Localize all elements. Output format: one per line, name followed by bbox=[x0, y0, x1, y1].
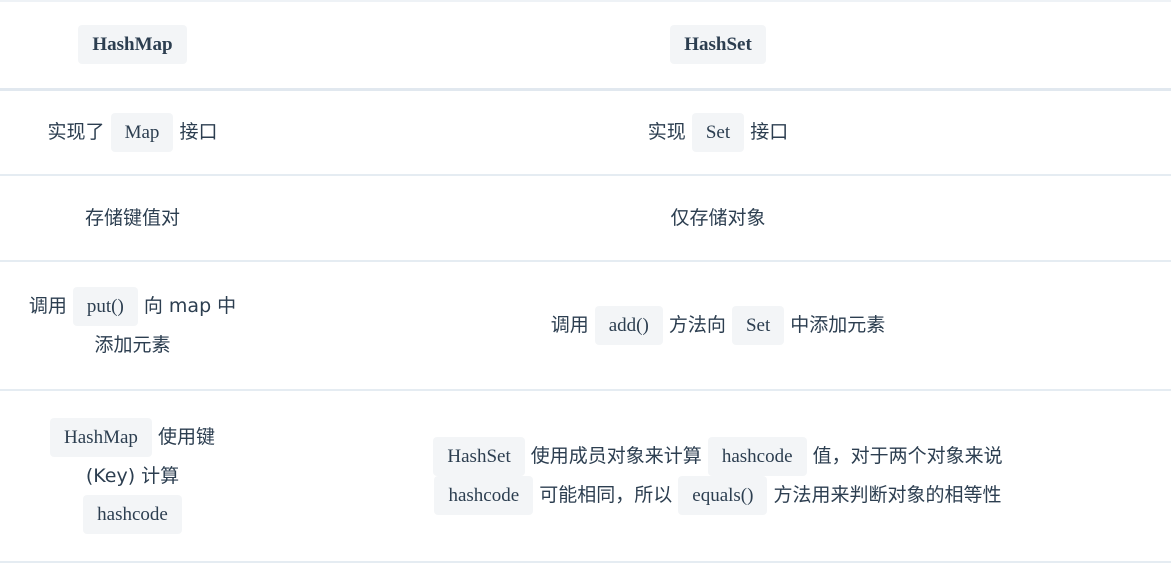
cell-interface-hashmap: 实现了 Map 接口 bbox=[0, 89, 265, 175]
inline-code: Set bbox=[691, 112, 745, 152]
cell-text: 接口 bbox=[179, 120, 218, 143]
cell-text: 调用 bbox=[28, 295, 67, 317]
cell-text: 仅存储对象 bbox=[670, 207, 766, 229]
cell-interface-hashset: 实现 Set 接口 bbox=[265, 89, 1171, 175]
cell-text: 方法用来判断对象的相等性 bbox=[773, 484, 1002, 506]
code-hashset-header: HashSet bbox=[670, 25, 766, 65]
cell-storage-hashmap: 存储键值对 bbox=[0, 175, 265, 261]
cell-text: 中添加元素 bbox=[790, 314, 886, 336]
inline-code: HashMap bbox=[50, 418, 152, 457]
cell-text: 添加元素 bbox=[94, 334, 171, 356]
comparison-table: HashMap HashSet 实现了 Map 接口 实现 Set 接口 存储键… bbox=[0, 0, 1171, 563]
inline-code: put() bbox=[72, 287, 138, 326]
inline-code: hashcode bbox=[707, 437, 807, 476]
cell-text: 方法向 bbox=[668, 314, 726, 336]
table-row: HashMap 使用键 (Key) 计算 hashcode HashSet 使用… bbox=[0, 390, 1171, 562]
inline-code: equals() bbox=[678, 476, 768, 515]
table-row: 存储键值对 仅存储对象 bbox=[0, 175, 1171, 261]
table-row: 调用 put() 向 map 中 添加元素 调用 add() 方法向 Set 中… bbox=[0, 261, 1171, 390]
inline-code: HashSet bbox=[433, 437, 525, 476]
header-hashset: HashSet bbox=[265, 1, 1171, 89]
cell-text: 实现 bbox=[647, 120, 686, 143]
cell-text: 值，对于两个对象来说 bbox=[812, 445, 1003, 467]
cell-text: 实现了 bbox=[47, 120, 105, 143]
code-hashmap-header: HashMap bbox=[78, 25, 187, 65]
cell-text: 可能相同，所以 bbox=[539, 484, 673, 506]
cell-text: 向 map 中 bbox=[143, 295, 237, 317]
table-row: 实现了 Map 接口 实现 Set 接口 bbox=[0, 89, 1171, 175]
header-hashmap: HashMap bbox=[0, 1, 265, 89]
inline-code: Set bbox=[731, 306, 785, 345]
cell-text: 调用 bbox=[550, 314, 589, 336]
cell-add-hashmap: 调用 put() 向 map 中 添加元素 bbox=[0, 261, 265, 390]
cell-text: 存储键值对 bbox=[84, 207, 180, 229]
inline-code: add() bbox=[594, 306, 663, 345]
inline-code: hashcode bbox=[83, 495, 182, 534]
cell-hash-hashset: HashSet 使用成员对象来计算 hashcode 值，对于两个对象来说 ha… bbox=[265, 390, 1171, 562]
cell-hash-hashmap: HashMap 使用键 (Key) 计算 hashcode bbox=[0, 390, 265, 562]
cell-text: 接口 bbox=[750, 120, 789, 143]
inline-code: Map bbox=[110, 112, 174, 152]
cell-text: (Key) 计算 bbox=[85, 465, 180, 487]
table-header-row: HashMap HashSet bbox=[0, 1, 1171, 89]
inline-code: hashcode bbox=[434, 476, 534, 515]
cell-text: 使用成员对象来计算 bbox=[530, 445, 702, 467]
cell-storage-hashset: 仅存储对象 bbox=[265, 175, 1171, 261]
cell-add-hashset: 调用 add() 方法向 Set 中添加元素 bbox=[265, 261, 1171, 390]
cell-text: 使用键 bbox=[157, 426, 215, 448]
